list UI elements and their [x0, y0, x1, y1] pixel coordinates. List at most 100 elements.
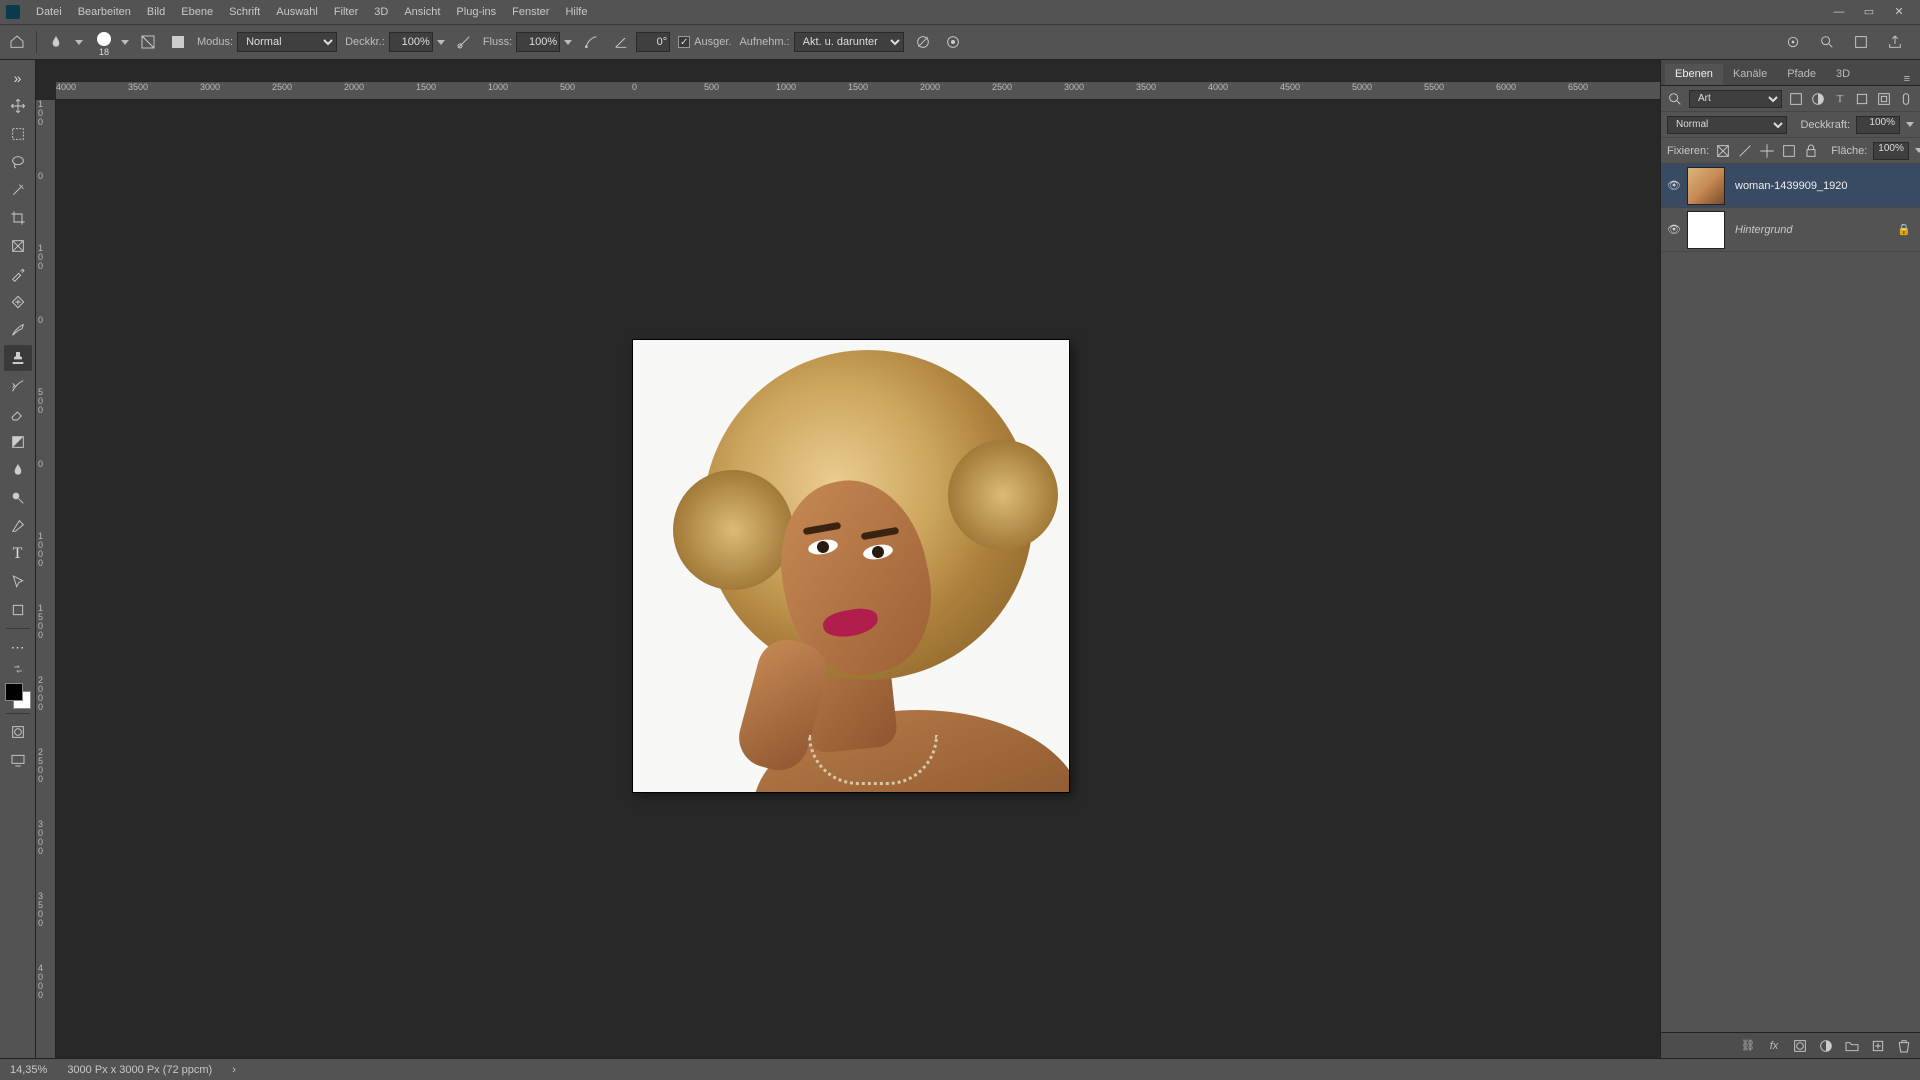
flow-value[interactable]: 100% — [516, 32, 560, 52]
layer-filter-select[interactable]: Art — [1689, 90, 1782, 108]
layer-blend-select[interactable]: Normal — [1667, 116, 1787, 134]
status-more-icon[interactable]: › — [232, 1064, 236, 1076]
healing-tool[interactable] — [4, 289, 32, 315]
menu-schrift[interactable]: Schrift — [221, 0, 268, 24]
fill-value[interactable]: 100% — [1873, 142, 1909, 160]
tab-ebenen[interactable]: Ebenen — [1665, 64, 1723, 85]
menu-ansicht[interactable]: Ansicht — [396, 0, 448, 24]
color-swatches[interactable] — [5, 683, 31, 709]
frame-tool[interactable] — [4, 233, 32, 259]
filter-adjust-icon[interactable] — [1810, 91, 1826, 107]
link-layers-icon[interactable]: ⛓ — [1740, 1038, 1756, 1054]
minimize-button[interactable]: — — [1824, 0, 1854, 24]
path-select-tool[interactable] — [4, 569, 32, 595]
tool-preset-icon[interactable] — [45, 31, 67, 53]
layer-opacity-dropdown[interactable] — [1906, 122, 1914, 127]
visibility-icon[interactable]: 👁 — [1661, 179, 1687, 192]
lock-trans-icon[interactable] — [1715, 143, 1731, 159]
tab-kanaele[interactable]: Kanäle — [1723, 64, 1777, 85]
pressure-size-icon[interactable] — [942, 31, 964, 53]
opacity-dropdown[interactable] — [437, 40, 445, 45]
flow-dropdown[interactable] — [564, 40, 572, 45]
new-layer-icon[interactable] — [1870, 1038, 1886, 1054]
aligned-checkbox[interactable]: ✓ — [678, 36, 690, 48]
adjustment-layer-icon[interactable] — [1818, 1038, 1834, 1054]
type-tool[interactable]: T — [4, 541, 32, 567]
tab-3d[interactable]: 3D — [1826, 64, 1860, 85]
brush-preview[interactable]: 18 — [91, 29, 129, 55]
lock-nest-icon[interactable] — [1781, 143, 1797, 159]
opacity-value[interactable]: 100% — [389, 32, 433, 52]
brush-tool[interactable] — [4, 317, 32, 343]
more-tools-icon[interactable]: ⋯ — [4, 634, 32, 660]
layer-row[interactable]: 👁 woman-1439909_1920 — [1661, 164, 1920, 208]
menu-datei[interactable]: Datei — [28, 0, 70, 24]
filter-pixel-icon[interactable] — [1788, 91, 1804, 107]
filter-type-icon[interactable]: T — [1832, 91, 1848, 107]
brush-settings-icon[interactable] — [167, 31, 189, 53]
filter-shape-icon[interactable] — [1854, 91, 1870, 107]
menu-filter[interactable]: Filter — [326, 0, 366, 24]
visibility-icon[interactable]: 👁 — [1661, 223, 1687, 236]
collapse-icon[interactable]: » — [4, 65, 32, 91]
pressure-opacity-icon[interactable] — [453, 31, 475, 53]
eraser-tool[interactable] — [4, 401, 32, 427]
menu-bearbeiten[interactable]: Bearbeiten — [70, 0, 139, 24]
menu-hilfe[interactable]: Hilfe — [557, 0, 595, 24]
sample-select[interactable]: Akt. u. darunter — [794, 32, 904, 52]
screenmode-icon[interactable] — [4, 747, 32, 773]
tab-pfade[interactable]: Pfade — [1777, 64, 1826, 85]
lock-pos-icon[interactable] — [1759, 143, 1775, 159]
menu-fenster[interactable]: Fenster — [504, 0, 557, 24]
brush-panel-icon[interactable] — [137, 31, 159, 53]
lock-pixels-icon[interactable] — [1737, 143, 1753, 159]
lock-all-icon[interactable] — [1803, 143, 1819, 159]
blur-tool[interactable] — [4, 457, 32, 483]
lasso-tool[interactable] — [4, 149, 32, 175]
swap-colors-icon[interactable] — [4, 662, 32, 676]
delete-layer-icon[interactable] — [1896, 1038, 1912, 1054]
menu-auswahl[interactable]: Auswahl — [268, 0, 326, 24]
close-button[interactable]: ✕ — [1884, 0, 1914, 24]
shape-tool[interactable] — [4, 597, 32, 623]
menu-bild[interactable]: Bild — [139, 0, 173, 24]
wand-tool[interactable] — [4, 177, 32, 203]
panel-menu-icon[interactable]: ≡ — [1898, 73, 1916, 85]
history-brush-tool[interactable] — [4, 373, 32, 399]
layer-row[interactable]: 👁 Hintergrund🔒 — [1661, 208, 1920, 252]
move-tool[interactable] — [4, 93, 32, 119]
menu-3d[interactable]: 3D — [366, 0, 396, 24]
canvas[interactable] — [56, 100, 1660, 1058]
search-icon[interactable] — [1816, 31, 1838, 53]
tool-preset-dropdown[interactable] — [75, 40, 83, 45]
ignore-adjust-icon[interactable] — [912, 31, 934, 53]
cloud-docs-icon[interactable] — [1782, 31, 1804, 53]
home-icon[interactable] — [6, 31, 28, 53]
layer-thumbnail[interactable] — [1687, 167, 1725, 205]
filter-toggle-icon[interactable] — [1898, 91, 1914, 107]
dodge-tool[interactable] — [4, 485, 32, 511]
gradient-tool[interactable] — [4, 429, 32, 455]
maximize-button[interactable]: ▭ — [1854, 0, 1884, 24]
layer-mask-icon[interactable] — [1792, 1038, 1808, 1054]
blend-mode-select[interactable]: Normal — [237, 32, 337, 52]
filter-smart-icon[interactable] — [1876, 91, 1892, 107]
menu-ebene[interactable]: Ebene — [173, 0, 221, 24]
marquee-tool[interactable] — [4, 121, 32, 147]
group-icon[interactable] — [1844, 1038, 1860, 1054]
layer-opacity-value[interactable]: 100% — [1856, 116, 1900, 134]
layer-thumbnail[interactable] — [1687, 211, 1725, 249]
fill-dropdown[interactable] — [1915, 148, 1920, 153]
arrange-icon[interactable] — [1850, 31, 1872, 53]
pen-tool[interactable] — [4, 513, 32, 539]
layer-name[interactable]: woman-1439909_1920 — [1735, 180, 1894, 192]
lock-icon[interactable]: 🔒 — [1894, 223, 1914, 236]
zoom-level[interactable]: 14,35% — [10, 1064, 47, 1076]
share-icon[interactable] — [1884, 31, 1906, 53]
stamp-tool[interactable] — [4, 345, 32, 371]
angle-value[interactable]: 0° — [636, 32, 670, 52]
layer-name[interactable]: Hintergrund — [1735, 224, 1894, 236]
eyedropper-tool[interactable] — [4, 261, 32, 287]
quickmask-icon[interactable] — [4, 719, 32, 745]
layer-fx-icon[interactable]: fx — [1766, 1038, 1782, 1054]
